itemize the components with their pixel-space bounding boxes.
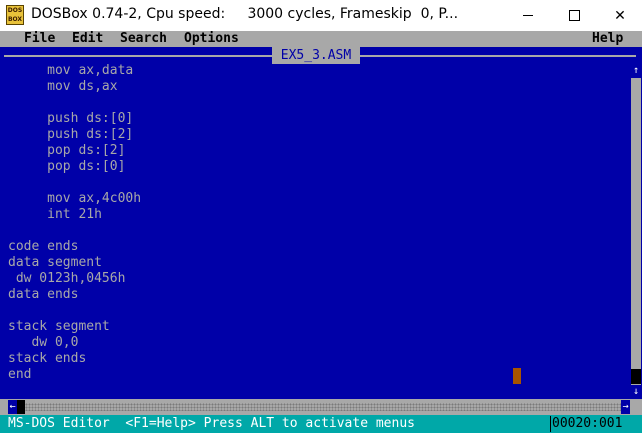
code-line: pop ds:[0] — [8, 159, 126, 174]
editor-frame-corner-left — [0, 399, 8, 415]
code-line: stack ends — [8, 351, 87, 366]
code-line: dw 0,0 — [8, 335, 79, 350]
text-cursor — [513, 368, 521, 384]
status-divider — [550, 416, 551, 432]
vertical-scroll-thumb[interactable] — [631, 369, 641, 384]
scroll-up-arrow-icon[interactable]: ↑ — [631, 64, 641, 78]
icon-label-top: DOS — [7, 7, 23, 14]
scroll-right-arrow-icon[interactable]: → — [621, 400, 630, 414]
code-line: code ends — [8, 239, 79, 254]
icon-label-bottom: BOX — [7, 16, 23, 23]
code-line: dw 0123h,0456h — [8, 271, 126, 286]
maximize-icon — [568, 10, 580, 21]
code-line: stack segment — [8, 319, 110, 334]
window-titlebar[interactable]: DOS BOX DOSBox 0.74-2, Cpu speed: 3000 c… — [0, 0, 642, 31]
menu-options[interactable]: Options — [184, 31, 239, 47]
close-button[interactable]: ✕ — [597, 0, 642, 31]
cursor-position: 00020:001 — [552, 415, 642, 433]
menu-bar: File Edit Search Options Help — [0, 31, 642, 47]
code-line: mov ax,data — [8, 63, 134, 78]
scroll-left-arrow-icon[interactable]: ← — [8, 400, 17, 414]
menu-file[interactable]: File — [24, 31, 55, 47]
code-line: mov ds,ax — [8, 79, 118, 94]
horizontal-scroll-thumb[interactable] — [17, 400, 25, 414]
scroll-down-arrow-icon[interactable]: ↓ — [631, 385, 641, 399]
close-icon: ✕ — [614, 7, 626, 24]
menu-search[interactable]: Search — [120, 31, 167, 47]
minimize-button[interactable] — [505, 0, 551, 31]
code-line: end — [8, 367, 32, 382]
editor-frame-corner-right — [630, 399, 642, 415]
status-bar: MS-DOS Editor <F1=Help> Press ALT to act… — [0, 415, 642, 433]
menu-help[interactable]: Help — [592, 31, 623, 47]
code-line: int 21h — [8, 207, 102, 222]
code-line: push ds:[2] — [8, 127, 134, 142]
code-line: pop ds:[2] — [8, 143, 126, 158]
file-name-title: EX5_3.ASM — [272, 47, 360, 64]
window-title: DOSBox 0.74-2, Cpu speed: 3000 cycles, F… — [31, 6, 459, 22]
code-editor[interactable]: mov ax,data mov ds,ax push ds:[0] push d… — [0, 63, 630, 399]
vertical-scrollbar[interactable]: ↑ ↓ — [631, 64, 641, 399]
minimize-icon — [523, 15, 533, 16]
dosbox-app-icon[interactable]: DOS BOX — [6, 5, 24, 25]
dos-screen: File Edit Search Options Help EX5_3.ASM … — [0, 31, 642, 433]
horizontal-scroll-track[interactable] — [25, 403, 621, 411]
code-line: mov ax,4c00h — [8, 191, 142, 206]
code-line: push ds:[0] — [8, 111, 134, 126]
maximize-button[interactable] — [551, 0, 597, 31]
horizontal-scrollbar[interactable]: ← → — [8, 399, 630, 415]
menu-edit[interactable]: Edit — [72, 31, 103, 47]
status-message: MS-DOS Editor <F1=Help> Press ALT to act… — [8, 416, 415, 431]
code-line: data ends — [8, 287, 79, 302]
code-line: data segment — [8, 255, 102, 270]
